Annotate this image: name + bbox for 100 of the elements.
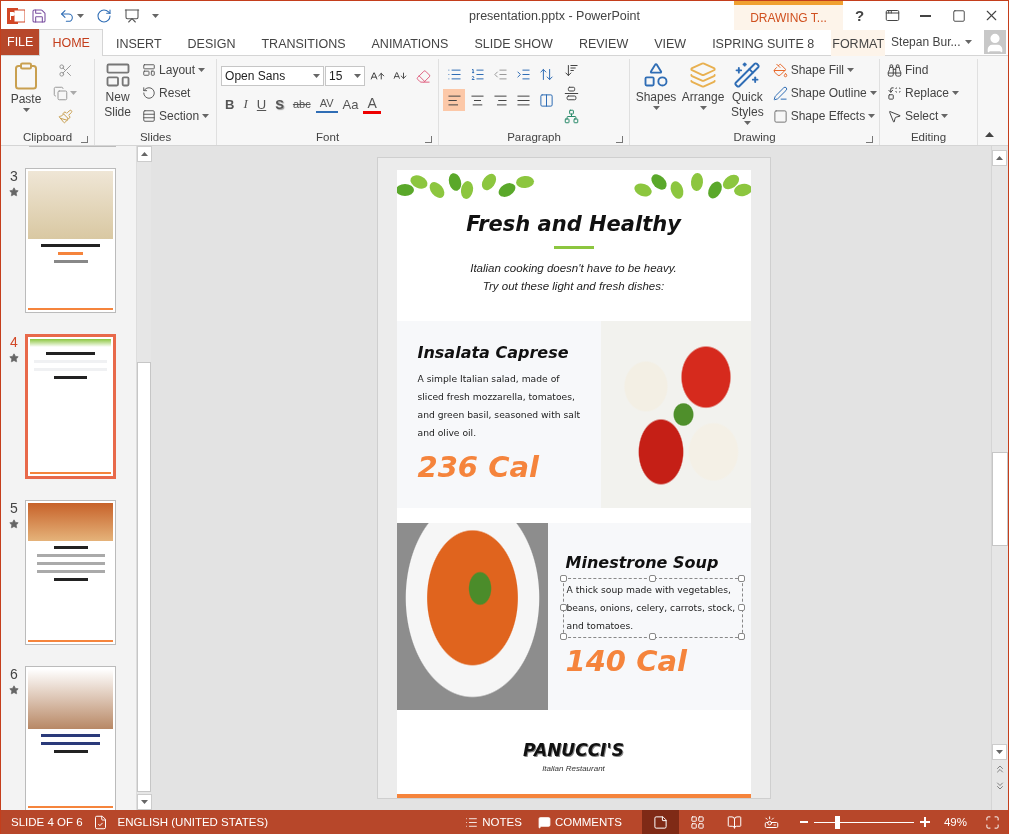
zoom-slider-thumb[interactable] — [834, 815, 840, 829]
slide-thumbnail[interactable] — [25, 666, 116, 810]
editing-button[interactable]: Find — [884, 59, 963, 81]
help-button[interactable]: ? — [843, 1, 876, 30]
slide-command-icon — [142, 86, 157, 100]
file-tab[interactable]: FILE — [1, 29, 40, 55]
slide-thumbnail[interactable] — [25, 168, 116, 313]
slide-number: 6 — [10, 666, 18, 682]
resize-handle[interactable] — [559, 604, 567, 611]
dish-name: Insalata Caprese — [417, 343, 570, 362]
dialog-launcher-icon[interactable] — [866, 136, 873, 143]
resize-handle[interactable] — [737, 575, 745, 582]
drawing-icon — [642, 61, 670, 89]
new-slide-button[interactable]: New Slide — [99, 59, 137, 129]
paste-button[interactable]: Paste — [5, 59, 47, 129]
spell-check-icon — [92, 814, 108, 830]
shape-format-button[interactable]: Shape Effects — [769, 105, 880, 127]
resize-handle[interactable] — [648, 633, 656, 640]
ribbon-tab[interactable]: SLIDE SHOW — [461, 30, 566, 56]
caret-icon — [868, 114, 876, 118]
font-format-button[interactable]: U — [252, 93, 271, 115]
slide-number: 4 — [10, 334, 18, 350]
caret-icon — [869, 91, 877, 95]
columns-icon — [538, 92, 554, 108]
resize-handle[interactable] — [559, 633, 567, 640]
slides-command-button[interactable]: Reset — [139, 82, 213, 104]
font-format-button[interactable]: abc — [288, 93, 315, 115]
arrow-up-icon — [996, 156, 1003, 160]
ribbon-tab[interactable]: REVIEW — [565, 30, 642, 56]
font-format-button[interactable]: A — [363, 94, 381, 114]
arrow-down-icon — [141, 800, 148, 804]
font-format-button[interactable]: Aa — [338, 93, 363, 115]
double-chevron-down-icon — [994, 779, 1006, 792]
line-spacing-icon — [538, 66, 554, 82]
shape-format-button[interactable]: Shape Outline — [769, 82, 880, 104]
font-size-field[interactable]: 15 — [325, 66, 366, 86]
ribbon-tab[interactable]: TRANSITIONS — [248, 30, 359, 56]
resize-handle[interactable] — [559, 575, 567, 582]
editing-button[interactable]: Replace — [884, 82, 963, 104]
scrollbar-thumb[interactable] — [992, 452, 1008, 546]
slides-command-button[interactable]: Section — [139, 105, 213, 127]
scrollbar-thumb[interactable] — [137, 362, 151, 792]
notes-button[interactable]: NOTES — [457, 810, 530, 834]
scroll-down-button[interactable] — [992, 744, 1007, 760]
arrow-up-icon — [141, 152, 148, 156]
star-icon — [9, 353, 19, 363]
comments-button[interactable]: COMMENTS — [529, 810, 630, 834]
notes-icon — [465, 815, 479, 829]
star-icon — [9, 685, 19, 695]
text-box-selection[interactable]: A thick soup made with vegetables, beans, onions, celery, carrots, stock, and tomatoes. — [562, 578, 743, 638]
increase-indent-icon — [515, 66, 531, 82]
font-format-button[interactable]: B — [221, 93, 239, 115]
font-format-button[interactable]: AV — [315, 95, 338, 113]
font-format-button[interactable]: I — [239, 93, 252, 115]
ribbon-tab[interactable]: DESIGN — [174, 30, 249, 56]
drawing-button[interactable]: Shapes — [634, 59, 678, 129]
resize-handle[interactable] — [737, 604, 745, 611]
shape-format-icon — [772, 108, 788, 124]
app-logo-icon — [7, 6, 25, 25]
dialog-launcher-icon[interactable] — [616, 136, 623, 143]
ribbon-tab[interactable]: ISPRING SUITE 8 — [699, 30, 828, 56]
ribbon-tab[interactable]: ANIMATIONS — [358, 30, 462, 56]
caret-icon — [22, 108, 30, 112]
font-family-field[interactable]: Open Sans — [221, 66, 325, 86]
editing-icon — [887, 108, 902, 124]
font-format-button[interactable]: S — [271, 93, 288, 115]
star-icon — [9, 519, 19, 529]
text-direction-icon — [563, 62, 579, 78]
ribbon-tab[interactable]: FORMAT — [831, 30, 886, 56]
window-title: presentation.pptx - PowerPoint — [468, 8, 641, 23]
caret-icon — [743, 121, 751, 125]
shape-format-button[interactable]: Shape Fill — [769, 59, 880, 81]
dialog-launcher-icon[interactable] — [81, 136, 89, 143]
caret-icon — [699, 106, 707, 110]
dialog-launcher-icon[interactable] — [425, 136, 433, 143]
editing-button[interactable]: Select — [884, 105, 963, 127]
slide-counter: SLIDE 4 OF 6 — [10, 816, 84, 828]
scissors-icon — [57, 62, 73, 78]
editing-icon — [887, 62, 902, 78]
align-button[interactable] — [443, 89, 466, 111]
drawing-button[interactable]: Arrange — [681, 59, 725, 129]
arrow-down-icon — [996, 750, 1003, 754]
view-button[interactable] — [641, 810, 679, 834]
ribbon-tab[interactable]: VIEW — [641, 30, 700, 56]
account-button[interactable]: Stepan Bur... — [885, 29, 979, 55]
zoom-percent: 49% — [942, 816, 968, 828]
ribbon-tab[interactable]: INSERT — [102, 30, 175, 56]
resize-handle[interactable] — [648, 575, 656, 582]
scroll-up-button[interactable] — [137, 146, 152, 162]
slides-command-button[interactable]: Layout — [139, 59, 213, 81]
scroll-up-button[interactable] — [992, 150, 1007, 166]
drawing-button[interactable]: Quick Styles — [728, 59, 767, 129]
ribbon-tab[interactable]: HOME — [39, 29, 103, 56]
scroll-down-button[interactable] — [137, 794, 152, 810]
slide-thumbnail[interactable] — [25, 500, 116, 645]
caret-icon — [77, 13, 84, 18]
slide-thumbnail[interactable] — [25, 334, 116, 479]
resize-handle[interactable] — [737, 633, 745, 640]
align-icon — [446, 92, 462, 108]
intro-text: Try out these light and fresh dishes: — [482, 279, 665, 294]
